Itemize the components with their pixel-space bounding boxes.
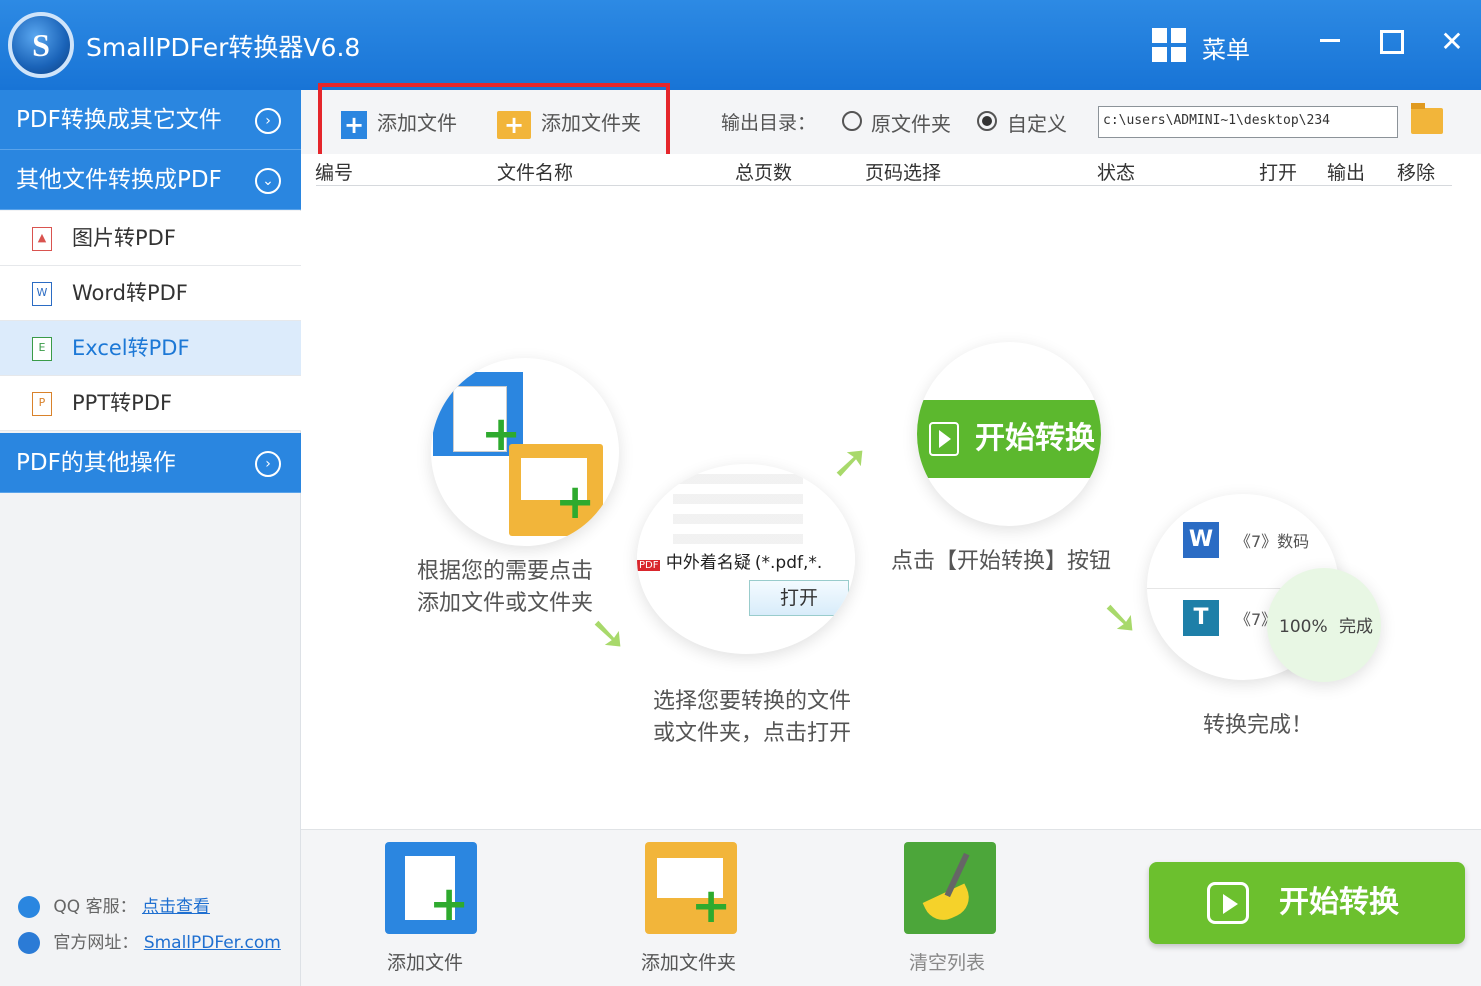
add-folder-large-button[interactable]: + xyxy=(645,842,737,934)
qq-icon xyxy=(18,896,40,918)
ppt-file-icon: P xyxy=(32,392,52,416)
menu-grid-icon[interactable] xyxy=(1152,28,1186,62)
sidebar-section-other-to-pdf[interactable]: 其他文件转换成PDF ⌄ xyxy=(0,150,301,210)
col-remove: 移除 xyxy=(1397,162,1436,184)
qq-support: QQ 客服： 点击查看 xyxy=(18,892,210,918)
app-logo: S xyxy=(8,12,74,78)
image-file-icon: ▲ xyxy=(32,227,52,251)
add-file-large-button[interactable]: + xyxy=(385,842,477,934)
official-site-link[interactable]: SmallPDFer.com xyxy=(144,933,281,953)
sidebar-item-excel-to-pdf[interactable]: E Excel转PDF xyxy=(0,321,301,376)
radio-custom[interactable] xyxy=(977,111,997,131)
add-file-large-label: 添加文件 xyxy=(387,952,464,974)
sidebar-item-ppt-to-pdf[interactable]: P PPT转PDF xyxy=(0,376,301,431)
arrow-icon: ➘ xyxy=(1101,590,1140,644)
arrow-icon: ➚ xyxy=(831,434,870,488)
radio-original-folder-label: 原文件夹 xyxy=(871,112,951,136)
plus-icon: + xyxy=(481,406,522,462)
close-button[interactable]: ✕ xyxy=(1432,22,1472,62)
sidebar-item-image-to-pdf[interactable]: ▲ 图片转PDF xyxy=(0,211,301,266)
open-button-demo: 打开 xyxy=(749,580,849,616)
file-list-area[interactable]: + + 根据您的需要点击 添加文件或文件夹 ➘ PDF 中外着名疑 (*.pdf,*… xyxy=(301,186,1481,829)
word-file-icon: W xyxy=(32,282,52,306)
step4-text: 转换完成！ xyxy=(1203,713,1314,738)
step1-text: 根据您的需要点击 添加文件或文件夹 xyxy=(417,559,594,616)
col-filename: 文件名称 xyxy=(497,162,574,184)
sidebar-section-pdf-other-ops[interactable]: PDF的其他操作 › xyxy=(0,433,301,493)
menu-button[interactable]: 菜单 xyxy=(1202,30,1250,65)
excel-file-icon: E xyxy=(32,337,52,361)
col-index: 编号 xyxy=(315,162,354,184)
plus-icon: + xyxy=(429,876,470,932)
app-title: SmallPDFer转换器V6.8 xyxy=(86,33,361,62)
clear-list-button[interactable] xyxy=(904,842,996,934)
step2-illustration: PDF 中外着名疑 (*.pdf,*. 打开 xyxy=(637,464,855,654)
highlight-box xyxy=(318,83,670,165)
text-file-icon: T xyxy=(1183,600,1219,636)
arrow-icon: ➘ xyxy=(589,606,628,660)
ie-browser-icon xyxy=(18,932,40,954)
sidebar: PDF转换成其它文件 › 其他文件转换成PDF ⌄ ▲ 图片转PDF W Wor… xyxy=(0,90,301,986)
maximize-button[interactable] xyxy=(1370,22,1410,62)
plus-icon: + xyxy=(555,474,596,530)
minimize-button[interactable] xyxy=(1310,22,1350,62)
step3-illustration: 开始转换 xyxy=(917,342,1101,526)
plus-icon: + xyxy=(691,878,732,934)
official-site: 官方网址： SmallPDFer.com xyxy=(18,928,281,954)
progress-percent: 100% xyxy=(1279,617,1328,637)
col-page-select: 页码选择 xyxy=(865,162,942,184)
col-status: 状态 xyxy=(1097,162,1136,184)
file-dialog-row: PDF 中外着名疑 (*.pdf,*. xyxy=(637,548,855,573)
output-dir-label: 输出目录： xyxy=(721,112,817,134)
progress-status: 完成 xyxy=(1339,617,1374,637)
sidebar-item-word-to-pdf[interactable]: W Word转PDF xyxy=(0,266,301,321)
play-icon xyxy=(929,422,959,456)
start-button-demo: 开始转换 xyxy=(917,400,1101,478)
qq-support-link[interactable]: 点击查看 xyxy=(142,897,210,917)
chevron-right-circle-icon: › xyxy=(255,108,281,134)
col-output: 输出 xyxy=(1327,162,1366,184)
chevron-right-circle-icon: › xyxy=(255,451,281,477)
col-open: 打开 xyxy=(1259,162,1298,184)
step3-text: 点击【开始转换】按钮 xyxy=(891,549,1112,574)
file-table-header: 编号 文件名称 总页数 页码选择 状态 打开 输出 移除 xyxy=(301,154,1481,186)
chevron-down-circle-icon: ⌄ xyxy=(255,168,281,194)
clear-list-label: 清空列表 xyxy=(909,952,986,974)
step1-illustration: + + xyxy=(431,358,619,546)
title-bar: S SmallPDFer转换器V6.8 菜单 ✕ xyxy=(0,0,1481,90)
sidebar-section-pdf-to-other[interactable]: PDF转换成其它文件 › xyxy=(0,90,301,150)
radio-custom-label: 自定义 xyxy=(1007,112,1067,136)
step2-text: 选择您要转换的文件 或文件夹，点击打开 xyxy=(653,689,852,746)
output-path-input[interactable]: c:\users\ADMINI~1\desktop\234 xyxy=(1098,106,1398,138)
add-folder-large-label: 添加文件夹 xyxy=(641,952,737,974)
col-total-pages: 总页数 xyxy=(735,162,793,184)
play-icon xyxy=(1207,882,1249,924)
progress-done-bubble: 100% 完成 xyxy=(1267,568,1381,682)
start-convert-button[interactable]: 开始转换 xyxy=(1149,862,1465,944)
bottom-bar: + 添加文件 + 添加文件夹 清空列表 开始转换 xyxy=(301,829,1481,986)
browse-folder-icon[interactable] xyxy=(1411,103,1443,134)
word-icon: W xyxy=(1183,522,1219,558)
radio-original-folder[interactable] xyxy=(842,111,862,131)
